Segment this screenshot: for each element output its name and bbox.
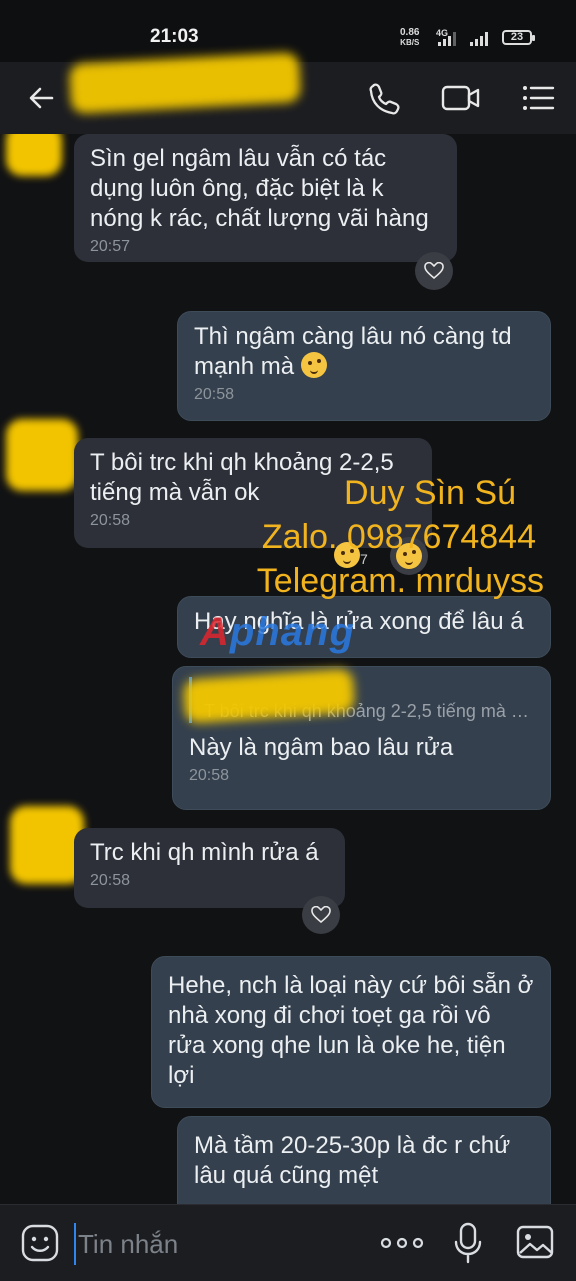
- network-speed: 0.86 KB/S: [400, 28, 419, 48]
- message-time: 20:57: [90, 238, 131, 255]
- message-input-bar: [0, 1204, 576, 1281]
- network-speed-value: 0.86: [400, 27, 420, 38]
- message-time: 20:58: [90, 872, 131, 889]
- video-call-icon[interactable]: [438, 76, 482, 120]
- chat-message-list[interactable]: Sìn gel ngâm lâu vẫn có tác dụng luôn ôn…: [0, 134, 576, 1204]
- message-text: Sìn gel ngâm lâu vẫn có tác dụng luôn ôn…: [90, 145, 429, 232]
- phone-icon[interactable]: [362, 76, 406, 120]
- message-bubble[interactable]: Thì ngâm càng lâu nó càng td mạnh mà 20:…: [177, 311, 551, 421]
- message-bubble[interactable]: Trc khi qh mình rửa á 20:58: [74, 828, 345, 908]
- message-bubble[interactable]: Hehe, nch là loại này cứ bôi sẵn ở nhà x…: [151, 956, 551, 1108]
- message-time: 20:58: [194, 386, 235, 403]
- more-options-icon[interactable]: [378, 1231, 426, 1255]
- network-type: 4G: [436, 28, 449, 38]
- watermark-line: Duy Sìn Sú: [344, 474, 516, 512]
- avatar: [10, 806, 84, 884]
- message-text: Trc khi qh mình rửa á: [90, 839, 319, 866]
- message-text: Hehe, nch là loại này cứ bôi sẵn ở nhà x…: [168, 972, 534, 1089]
- message-text: Này là ngâm bao lâu rửa: [189, 734, 454, 761]
- message-text: Thì ngâm càng lâu nó càng td mạnh mà: [194, 323, 512, 380]
- status-time: 21:03: [150, 26, 199, 47]
- emoji-smile-icon[interactable]: [20, 1223, 60, 1263]
- watermark-line: Telegram. mrduyss: [256, 562, 544, 600]
- like-button[interactable]: [302, 896, 340, 934]
- like-button[interactable]: [415, 252, 453, 290]
- heart-icon: [424, 262, 444, 280]
- microphone-icon[interactable]: [452, 1221, 484, 1265]
- image-gallery-icon[interactable]: [514, 1223, 558, 1263]
- watermark-logo: Aphang: [200, 610, 355, 654]
- back-arrow-icon[interactable]: [22, 76, 66, 120]
- chat-header: [0, 52, 576, 134]
- menu-list-icon[interactable]: [516, 76, 560, 120]
- message-text: Mà tầm 20-25-30p là đc r chứ lâu quá cũn…: [194, 1132, 511, 1189]
- network-speed-unit: KB/S: [400, 38, 420, 47]
- heart-icon: [311, 906, 331, 924]
- message-input[interactable]: [74, 1223, 350, 1265]
- avatar: [6, 419, 78, 491]
- message-bubble[interactable]: Mà tầm 20-25-30p là đc r chứ lâu quá cũn…: [177, 1116, 551, 1204]
- wink-emoji-icon: [300, 352, 327, 378]
- watermark-line: Zalo. 0987674844: [261, 518, 536, 556]
- battery-icon: 23: [502, 30, 535, 45]
- message-time: 20:58: [189, 767, 230, 784]
- message-bubble[interactable]: Sìn gel ngâm lâu vẫn có tác dụng luôn ôn…: [74, 134, 457, 262]
- avatar: [6, 134, 62, 176]
